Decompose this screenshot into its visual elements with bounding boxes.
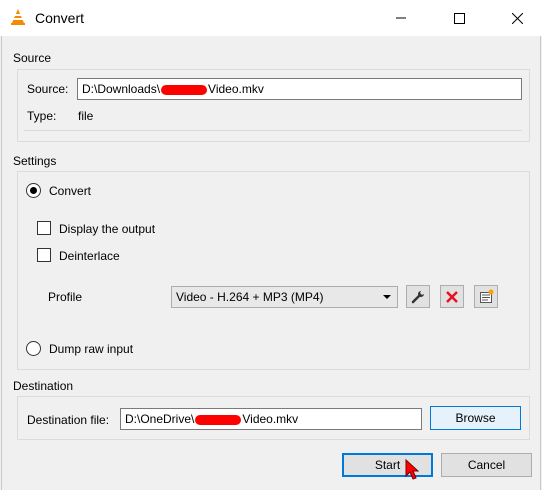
dump-raw-radio[interactable] xyxy=(26,341,41,356)
title-bar: Convert xyxy=(0,0,542,36)
settings-group-title: Settings xyxy=(13,154,57,168)
delete-profile-button[interactable] xyxy=(440,285,464,308)
settings-group xyxy=(17,171,530,370)
new-profile-button[interactable] xyxy=(474,285,498,308)
redaction-mark xyxy=(195,414,242,425)
vlc-cone-icon xyxy=(11,9,25,25)
mouse-cursor-icon xyxy=(405,459,419,480)
source-label: Source: xyxy=(27,82,69,96)
destination-file-label: Destination file: xyxy=(27,413,110,427)
window-title: Convert xyxy=(35,10,85,26)
start-button[interactable]: Start xyxy=(342,453,433,477)
convert-label: Convert xyxy=(49,184,92,198)
source-path-suffix: Video.mkv xyxy=(208,82,264,96)
maximize-button[interactable] xyxy=(436,0,482,36)
profile-select[interactable]: Video - H.264 + MP3 (MP4) xyxy=(171,286,398,308)
profile-label: Profile xyxy=(48,290,83,304)
type-label: Type: xyxy=(27,109,57,123)
display-output-label: Display the output xyxy=(59,222,156,236)
redaction-mark xyxy=(161,84,208,95)
minimize-icon xyxy=(396,17,406,19)
display-output-checkbox[interactable] xyxy=(37,221,51,235)
browse-button[interactable]: Browse xyxy=(430,406,521,430)
type-value: file xyxy=(78,109,94,123)
source-path-input[interactable]: D:\Downloads\ Video.mkv xyxy=(77,78,522,100)
minimize-button[interactable] xyxy=(378,0,424,36)
chevron-down-icon xyxy=(383,295,391,299)
edit-profile-button[interactable] xyxy=(406,285,430,308)
maximize-icon xyxy=(453,12,465,24)
destination-group-title: Destination xyxy=(13,379,74,393)
convert-radio[interactable] xyxy=(26,183,41,198)
source-group-title: Source xyxy=(13,51,52,65)
deinterlace-label: Deinterlace xyxy=(59,249,120,263)
new-profile-icon xyxy=(480,289,494,303)
destination-path-suffix: Video.mkv xyxy=(242,412,299,426)
destination-path-prefix: D:\OneDrive\ xyxy=(125,412,195,426)
cancel-button[interactable]: Cancel xyxy=(441,453,532,477)
destination-file-input[interactable]: D:\OneDrive\ Video.mkv xyxy=(120,408,422,430)
wrench-icon xyxy=(411,290,424,303)
dump-raw-label: Dump raw input xyxy=(49,342,134,356)
deinterlace-checkbox[interactable] xyxy=(37,248,51,262)
source-path-prefix: D:\Downloads\ xyxy=(82,82,161,96)
close-button[interactable] xyxy=(494,0,540,36)
profile-selected-value: Video - H.264 + MP3 (MP4) xyxy=(176,290,324,304)
source-divider xyxy=(24,130,522,131)
delete-icon xyxy=(446,290,458,303)
close-icon xyxy=(511,12,523,24)
